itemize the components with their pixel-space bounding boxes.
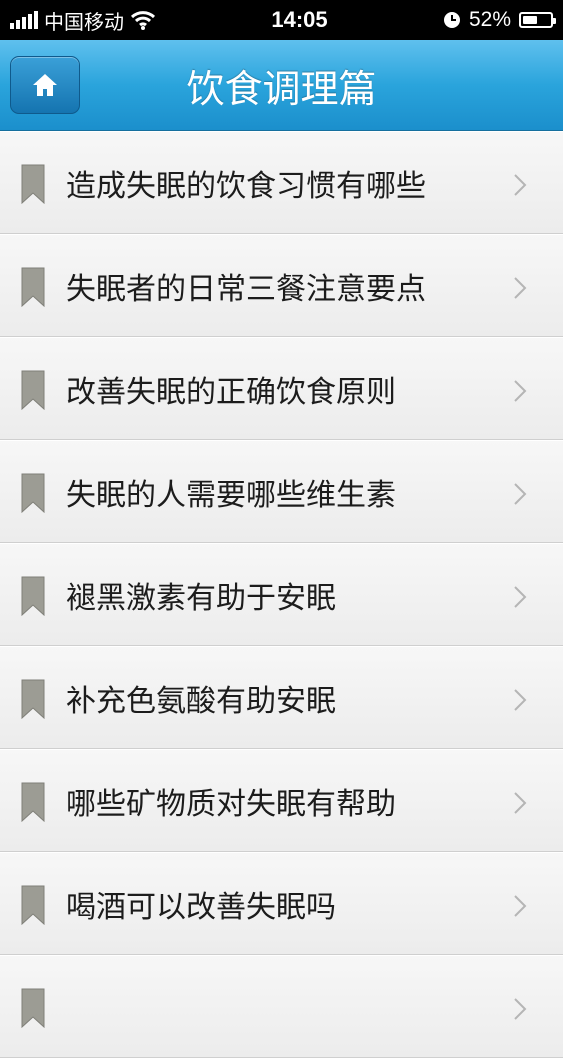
list-item[interactable]: 补充色氨酸有助安眠 <box>0 646 563 749</box>
chevron-right-icon <box>514 277 527 299</box>
chevron-right-icon <box>514 689 527 711</box>
list-item-label: 失眠的人需要哪些维生素 <box>66 477 396 513</box>
bookmark-icon <box>21 473 45 513</box>
chevron-right-icon <box>514 586 527 608</box>
clock-icon <box>443 12 460 28</box>
bookmark-icon <box>21 679 45 719</box>
bookmark-icon <box>21 576 45 616</box>
list-item-label: 失眠者的日常三餐注意要点 <box>66 271 426 307</box>
list-item[interactable]: 喝酒可以改善失眠吗 <box>0 852 563 955</box>
bookmark-icon <box>21 885 45 925</box>
status-right: 52% <box>443 8 556 32</box>
list-item[interactable]: 造成失眠的饮食习惯有哪些 <box>0 131 563 234</box>
chevron-right-icon <box>514 174 527 196</box>
chevron-right-icon <box>514 895 527 917</box>
list-item[interactable]: 改善失眠的正确饮食原则 <box>0 337 563 440</box>
status-left: 中国移动 <box>10 6 156 35</box>
battery-percent: 52% <box>468 8 511 31</box>
list-item[interactable]: 哪些矿物质对失眠有帮助 <box>0 749 563 852</box>
list-item-label: 喝酒可以改善失眠吗 <box>66 889 336 925</box>
nav-bar: 饮食调理篇 <box>0 40 563 131</box>
list-item-label: 造成失眠的饮食习惯有哪些 <box>66 168 426 204</box>
page-title: 饮食调理篇 <box>186 66 377 111</box>
carrier-label: 中国移动 <box>44 11 124 34</box>
wifi-icon <box>130 11 156 30</box>
chevron-right-icon <box>514 998 527 1020</box>
list-item[interactable]: 失眠者的日常三餐注意要点 <box>0 234 563 337</box>
home-icon <box>33 74 57 96</box>
list-item-label: 补充色氨酸有助安眠 <box>66 683 336 719</box>
chevron-right-icon <box>514 483 527 505</box>
bookmark-icon <box>21 267 45 307</box>
chevron-right-icon <box>514 380 527 402</box>
bookmark-icon <box>21 164 45 204</box>
status-time: 14:05 <box>271 7 328 32</box>
status-bar: 中国移动 14:05 52% <box>0 0 563 40</box>
list-item-label: 改善失眠的正确饮食原则 <box>66 374 396 410</box>
bookmark-icon <box>21 782 45 822</box>
list-item[interactable] <box>0 955 563 1058</box>
bookmark-icon <box>21 988 45 1028</box>
topic-list: 造成失眠的饮食习惯有哪些 失眠者的日常三餐注意要点 改善失眠的正确饮食原则 失眠的人需… <box>0 131 563 1058</box>
home-button[interactable] <box>10 56 80 114</box>
list-item-label: 褪黑激素有助于安眠 <box>66 580 336 616</box>
list-item[interactable]: 失眠的人需要哪些维生素 <box>0 440 563 543</box>
signal-icon <box>10 11 38 29</box>
list-item[interactable]: 褪黑激素有助于安眠 <box>0 543 563 646</box>
battery-icon <box>519 12 556 28</box>
chevron-right-icon <box>514 792 527 814</box>
bookmark-icon <box>21 370 45 410</box>
battery-fill <box>523 16 537 24</box>
list-item-label: 哪些矿物质对失眠有帮助 <box>66 786 396 822</box>
